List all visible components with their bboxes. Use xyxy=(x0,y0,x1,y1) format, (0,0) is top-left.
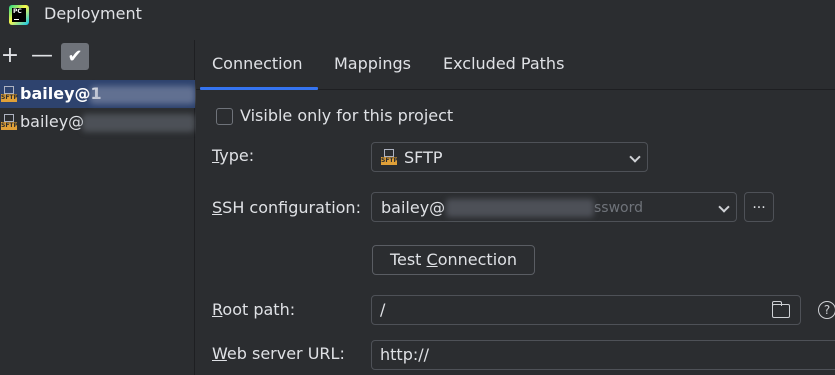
web-server-url-label: Web server URL: xyxy=(212,344,345,363)
server-list: SFTP bailey@1 SFTP bailey@ xyxy=(0,80,195,136)
folder-icon[interactable] xyxy=(771,301,790,318)
tab-mappings[interactable]: Mappings xyxy=(334,54,411,73)
server-settings-panel: Connection Mappings Excluded Paths Visib… xyxy=(196,40,835,375)
server-list-panel: + — ✔ SFTP bailey@1 SFTP bailey@ xyxy=(0,40,195,375)
web-server-url-value: http:// xyxy=(380,345,430,364)
ssh-configuration-dropdown[interactable]: bailey@ ssword xyxy=(371,192,737,222)
remove-server-button[interactable]: — xyxy=(28,42,56,70)
settings-tabs: Connection Mappings Excluded Paths xyxy=(196,40,835,90)
type-dropdown[interactable]: SFTP SFTP xyxy=(371,142,648,172)
chevron-down-icon xyxy=(718,201,730,213)
help-icon[interactable]: ? xyxy=(818,301,835,319)
sftp-icon-text: SFTP xyxy=(1,122,18,130)
server-item[interactable]: SFTP bailey@1 xyxy=(0,80,195,108)
type-value: SFTP xyxy=(404,148,443,167)
app-icon-text: PC xyxy=(12,8,26,22)
add-server-button[interactable]: + xyxy=(0,42,24,70)
visible-only-checkbox[interactable] xyxy=(216,108,233,125)
redacted-text xyxy=(90,86,195,104)
root-path-value: / xyxy=(380,300,386,319)
ssh-configuration-label: SSH configuration: xyxy=(212,198,361,217)
sftp-icon: SFTP xyxy=(381,149,398,165)
plus-icon: + xyxy=(0,43,20,68)
sftp-icon-text: SFTP xyxy=(1,94,18,102)
type-label: Type: xyxy=(212,146,255,165)
title-bar: PC Deployment xyxy=(0,0,835,32)
ssh-configuration-more-button[interactable]: ... xyxy=(744,192,774,222)
window-title: Deployment xyxy=(44,4,142,23)
redacted-text xyxy=(82,114,195,132)
server-item-label: bailey@ xyxy=(20,112,85,131)
ssh-configuration-value: bailey@ xyxy=(381,198,446,217)
active-tab-indicator xyxy=(200,87,318,90)
chevron-down-icon xyxy=(629,151,641,163)
check-icon: ✔ xyxy=(67,45,83,67)
redacted-text xyxy=(446,199,594,217)
tab-connection[interactable]: Connection xyxy=(212,54,303,73)
visible-only-label[interactable]: Visible only for this project xyxy=(240,106,453,125)
server-list-toolbar: + — ✔ xyxy=(0,40,195,72)
tab-excluded-paths[interactable]: Excluded Paths xyxy=(443,54,564,73)
set-default-button[interactable]: ✔ xyxy=(61,43,89,70)
root-path-input[interactable]: / xyxy=(371,295,801,325)
test-connection-button[interactable]: Test Connection xyxy=(372,245,535,275)
server-item[interactable]: SFTP bailey@ xyxy=(0,108,195,136)
sftp-icon: SFTP xyxy=(1,86,18,102)
pycharm-logo-icon: PC xyxy=(9,5,29,25)
root-path-label: Root path: xyxy=(212,300,296,319)
ssh-configuration-suffix: ssword xyxy=(594,200,643,216)
minus-icon: — xyxy=(31,43,53,68)
sftp-icon: SFTP xyxy=(1,114,18,130)
sftp-icon-text: SFTP xyxy=(381,157,398,165)
web-server-url-input[interactable]: http:// xyxy=(371,340,835,370)
